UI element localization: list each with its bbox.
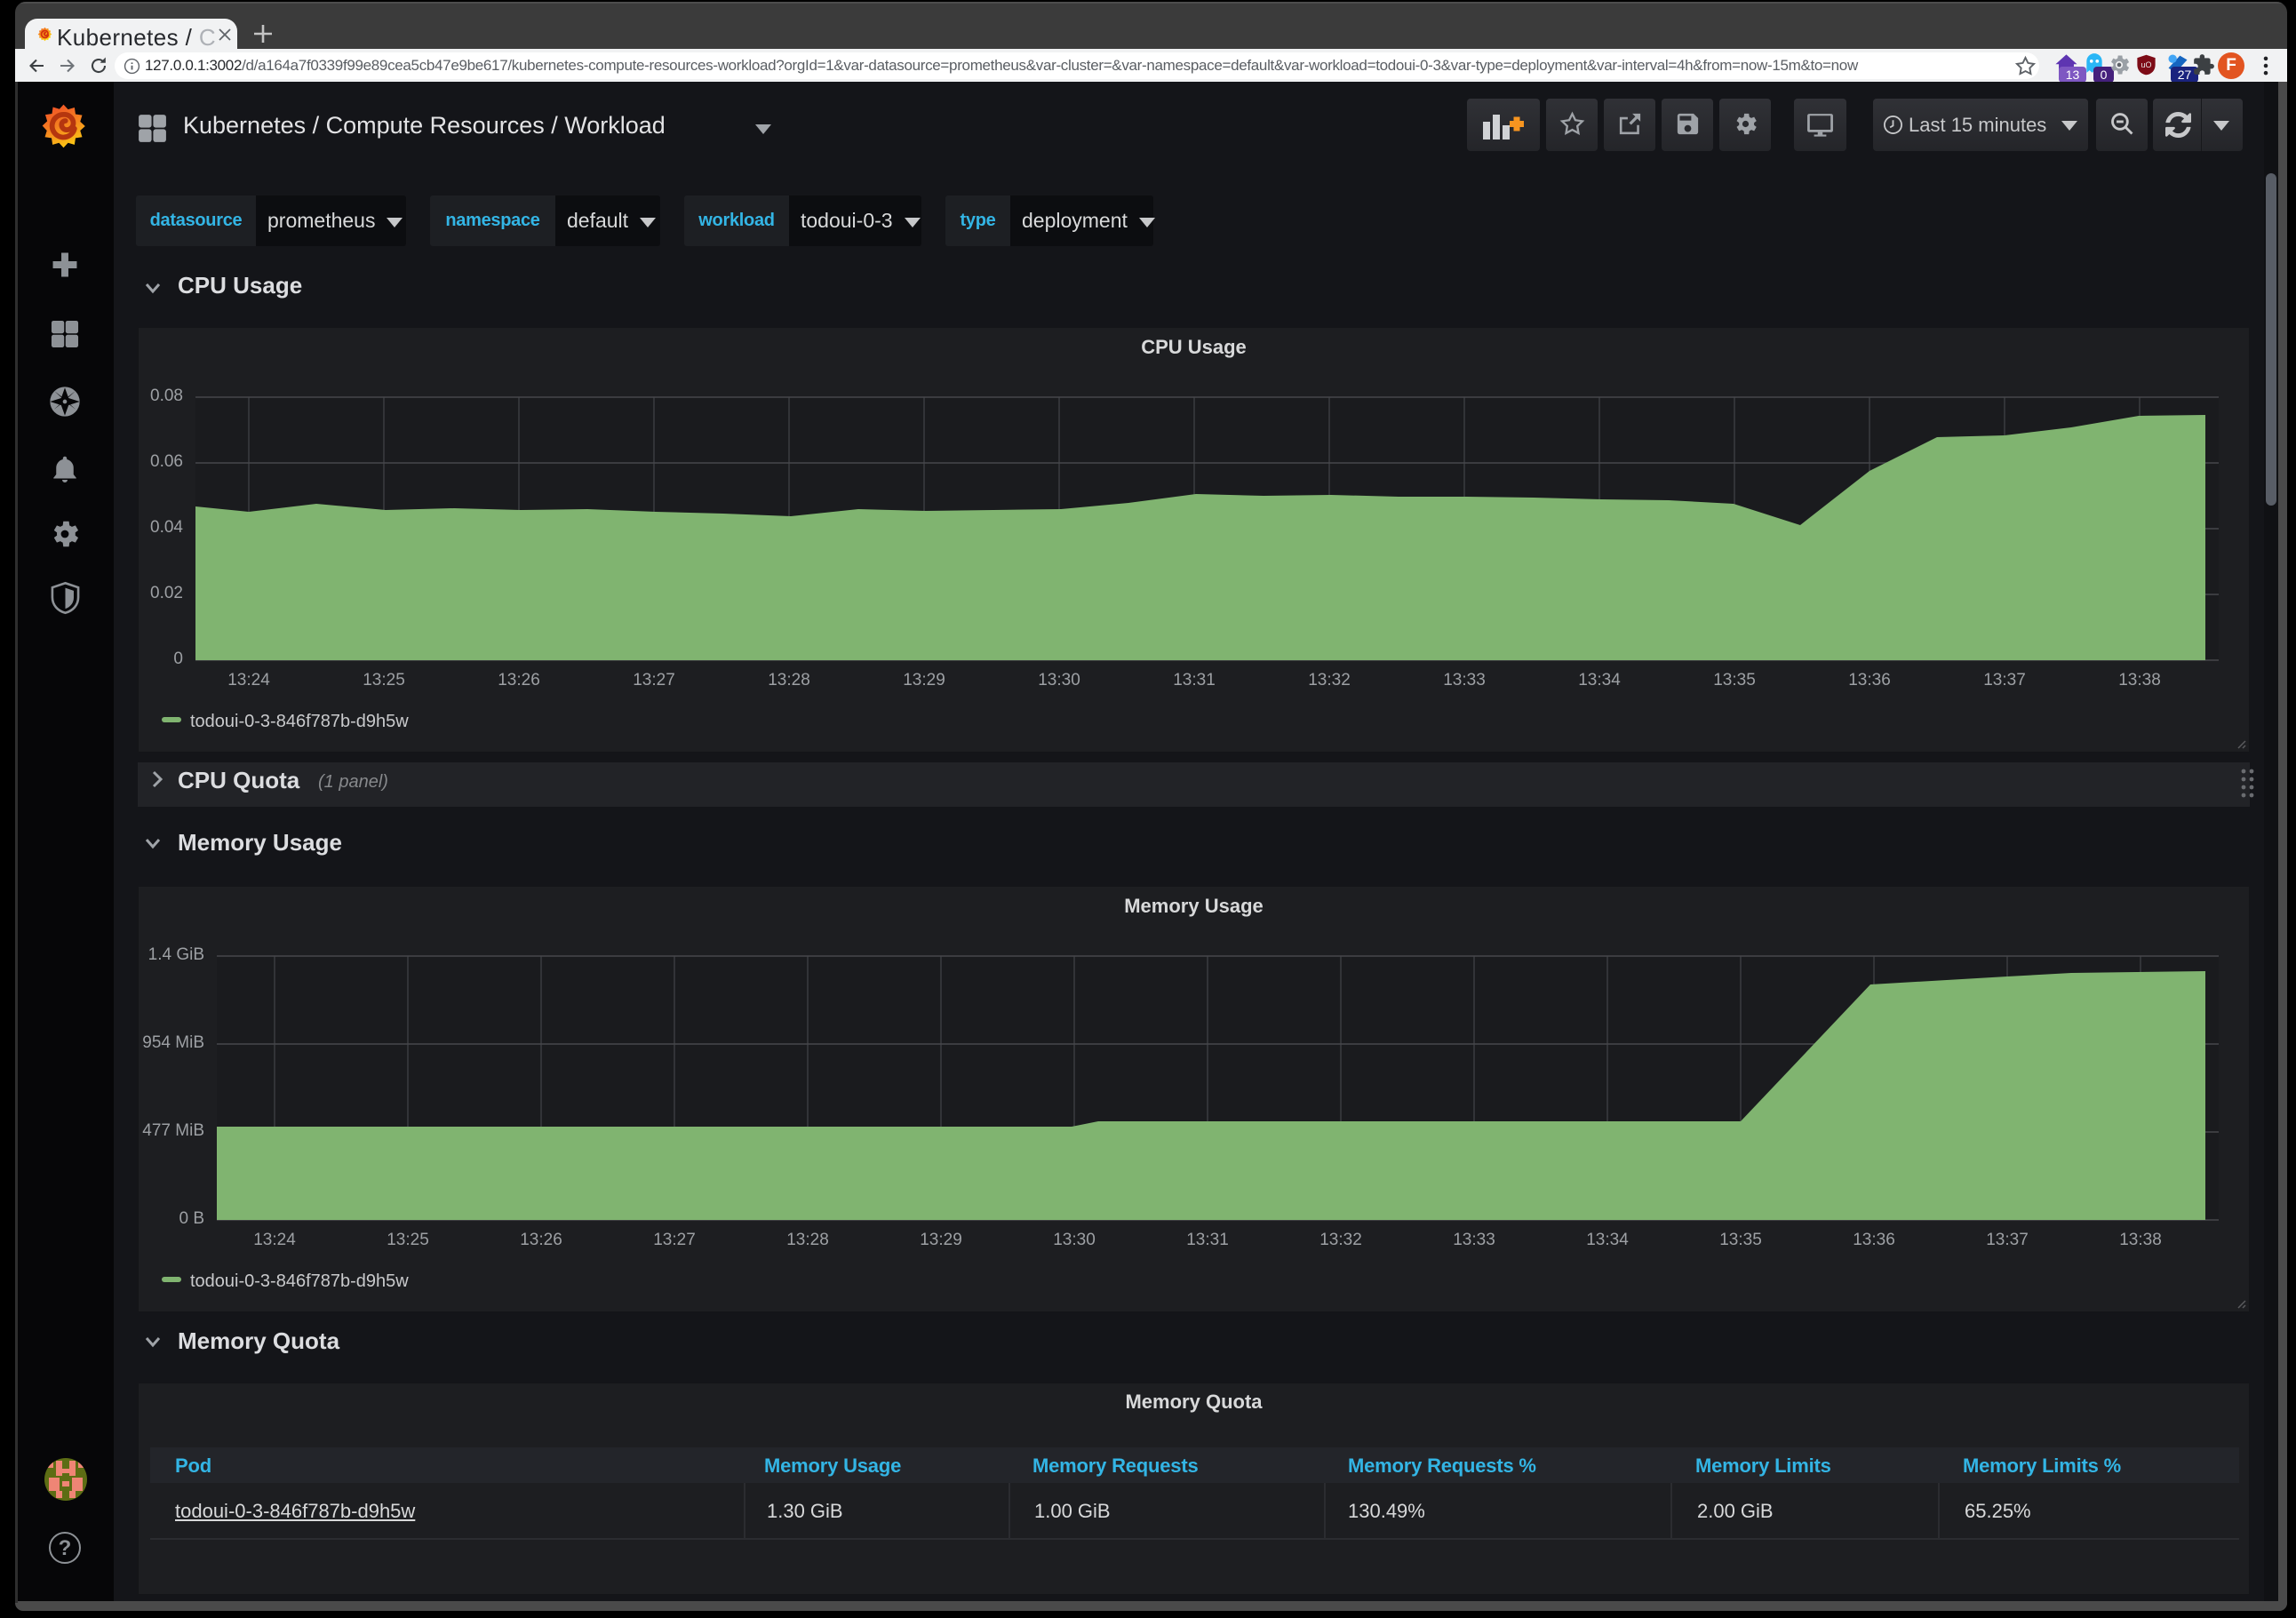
svg-text:uO: uO xyxy=(2141,60,2151,69)
